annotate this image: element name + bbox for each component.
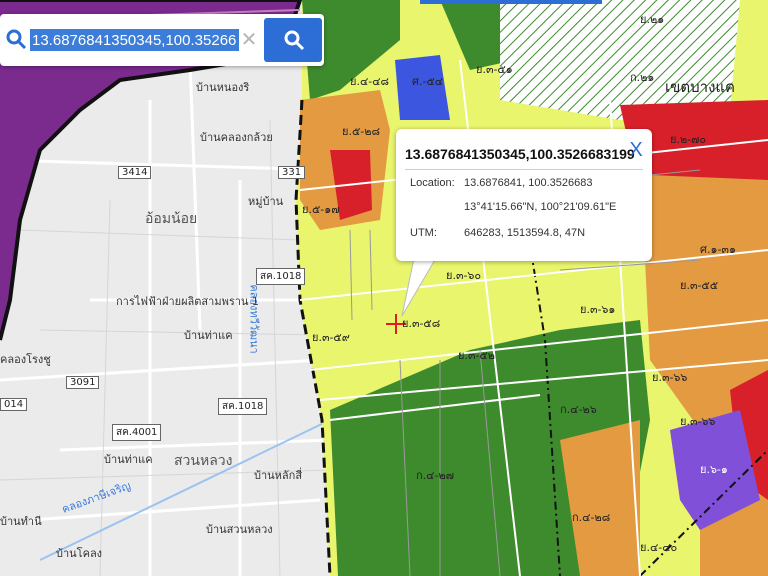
clear-search-button[interactable]: ✕	[238, 27, 260, 53]
zone-code: ก.๔-๒๘	[572, 511, 611, 524]
popup-tail	[401, 258, 438, 317]
label-suan-luang: สวนหลวง	[174, 453, 233, 469]
zone-code: ก.๒๑	[630, 71, 655, 84]
utm-value: 646283, 1513594.8, 47N	[464, 227, 586, 239]
road-shield-sk1018a: สค.1018	[256, 268, 306, 285]
location-decimal: 13.6876841, 100.3526683	[464, 177, 593, 189]
label-ban-thanai: บ้านทำนี	[0, 515, 42, 528]
search-bar: ✕	[0, 14, 324, 66]
zone-code: ย.๓-๕๑	[476, 63, 513, 76]
location-info-popup: 13.6876841350345,100.3526683199 X Locati…	[396, 129, 652, 261]
label-ban-tha-khae-2: บ้านท่าแค	[104, 453, 153, 466]
zone-code: ศ.๑-๓๑	[700, 243, 736, 256]
search-button[interactable]	[264, 18, 322, 62]
zone-code: ศ.-๕๔	[412, 75, 444, 88]
zone-code: ย.๕-๒๘	[342, 125, 380, 138]
label-power-office: การไฟฟ้าฝ่ายผลิตสามพราน 1	[116, 295, 259, 308]
popup-title: 13.6876841350345,100.3526683199	[405, 146, 635, 162]
location-dms: 13°41'15.66"N, 100°21'09.61"E	[464, 201, 617, 213]
zone-code: ย.๕-๑๗	[302, 203, 340, 216]
location-label: Location:	[410, 177, 455, 189]
label-khlong-rong-chu: คลองโรงชู	[0, 353, 51, 366]
zone-code: ย.๔-๔๐	[640, 541, 678, 554]
label-village: หมู่บ้าน	[248, 195, 284, 208]
top-accent-bar	[420, 0, 602, 4]
label-khet-bang-khae: เขตบางแค	[665, 78, 736, 96]
zone-code: ย.๓-๕๙	[312, 331, 350, 344]
zone-code: ย.๒-๗๐	[670, 133, 707, 146]
close-icon[interactable]: X	[626, 139, 646, 161]
zone-code: ย.๓-๕๕	[680, 279, 719, 292]
zone-code: ย.๓-๕๒	[458, 349, 496, 362]
zone-code: ย.๒๑	[640, 13, 665, 26]
search-input[interactable]	[30, 29, 239, 51]
zone-code: ย.๔-๔๘	[350, 75, 390, 88]
label-om-noi: อ้อมน้อย	[145, 211, 198, 227]
label-khlong-thawiwatthana: คลองทวีวัฒนา	[247, 284, 261, 354]
label-ban-khlong: บ้านโคลง	[56, 547, 103, 560]
zone-code: ย.๓-๖๖	[680, 415, 716, 428]
road-shield-014: 014	[0, 398, 28, 411]
label-ban-tha-khae: บ้านท่าแค	[184, 329, 233, 342]
search-icon	[6, 29, 27, 50]
search-icon	[284, 30, 305, 51]
label-ban-lak-si: บ้านหลักสี่	[254, 469, 303, 482]
zone-code: ก.๔-๒๗	[416, 469, 454, 482]
popup-divider	[405, 169, 643, 170]
hatched-zone	[500, 0, 740, 120]
zone-code: ก.๔-๒๖	[560, 403, 597, 416]
utm-label: UTM:	[410, 227, 437, 239]
zone-code: ย.๖-๑	[700, 463, 728, 476]
road-shield-3414: 3414	[118, 166, 152, 179]
label-ban-suan-luang: บ้านสวนหลวง	[206, 523, 273, 536]
road-shield-331: 331	[278, 166, 306, 179]
zone-code: ย.๓-๖๑	[580, 303, 616, 316]
zone-code: ย.๓-๖๖	[652, 371, 688, 384]
label-ban-nong-ri: บ้านหนองริ	[196, 81, 250, 94]
label-ban-khlong-kluai: บ้านคลองกล้วย	[200, 131, 273, 144]
road-shield-3091: 3091	[66, 376, 100, 389]
zone-code: ย.๓-๖๐	[446, 269, 482, 282]
road-shield-sk4001: สค.4001	[112, 424, 162, 441]
road-shield-sk1018b: สค.1018	[218, 398, 268, 415]
